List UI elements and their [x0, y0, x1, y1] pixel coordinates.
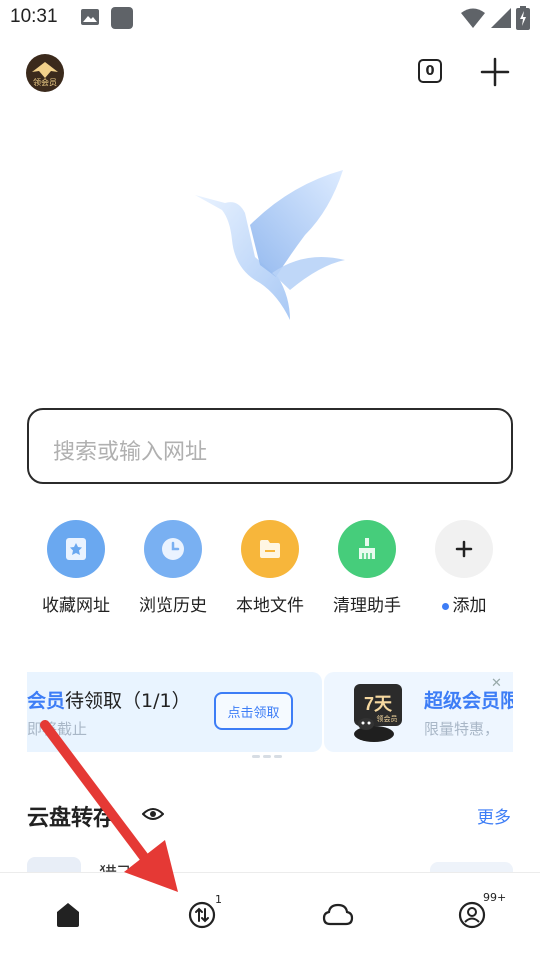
promo-card2-subtitle: 限量特惠，: [424, 720, 500, 738]
cloud-icon: [322, 903, 354, 926]
app-notification-icon: [111, 7, 133, 29]
promo-card-subtitle: 即将截止: [27, 720, 88, 738]
carousel-pager: [252, 743, 288, 758]
shortcut-add[interactable]: 添加: [422, 520, 506, 616]
more-link[interactable]: 更多: [477, 803, 511, 828]
promo-title-prefix: 会员: [27, 690, 66, 712]
search-placeholder: 搜索或输入网址: [53, 440, 208, 465]
battery-charging-icon: [516, 6, 530, 30]
claim-button[interactable]: 点击领取: [214, 692, 293, 730]
add-tab-icon[interactable]: [480, 57, 510, 87]
promo-card-super-vip[interactable]: 7天 领会员 超级会员限 限量特惠， ✕: [324, 672, 513, 752]
add-label-text: 添加: [452, 596, 487, 616]
status-time: 10:31: [10, 6, 58, 27]
profile-icon: [458, 901, 486, 929]
tab-count-button[interactable]: 0: [418, 59, 442, 83]
folder-icon: [241, 520, 299, 578]
shortcut-label: 本地文件: [236, 596, 304, 616]
nav-profile[interactable]: 99+: [452, 891, 506, 935]
cloud-section-title: 云盘转存: [27, 806, 116, 831]
new-dot-icon: [441, 602, 449, 610]
promo-banner-carousel[interactable]: 会员待领取（1/1） 即将截止 点击领取 7天 领会员 超级会员限 限量特惠， …: [27, 672, 513, 752]
home-icon: [57, 903, 79, 927]
nav-home[interactable]: [48, 895, 88, 935]
transfer-badge: 1: [215, 893, 222, 906]
shortcut-local-files[interactable]: 本地文件: [228, 520, 312, 616]
badge-sub-text: 领会员: [377, 714, 398, 723]
search-box[interactable]: 搜索或输入网址: [27, 408, 513, 484]
signal-icon: [491, 8, 511, 28]
wifi-icon: [461, 8, 485, 28]
shortcut-history[interactable]: 浏览历史: [131, 520, 215, 616]
promo-card-vip-claim[interactable]: 会员待领取（1/1） 即将截止 点击领取: [27, 672, 322, 752]
eye-icon[interactable]: [142, 806, 164, 822]
clock-icon: [144, 520, 202, 578]
shortcut-label-add: 添加: [422, 591, 506, 616]
close-icon[interactable]: ✕: [491, 676, 502, 691]
shortcut-cleaner[interactable]: 清理助手: [325, 520, 409, 616]
broom-icon: [338, 520, 396, 578]
vip-avatar-button[interactable]: 领会员: [26, 54, 64, 92]
shortcut-label: 浏览历史: [139, 596, 207, 616]
shortcut-label: 清理助手: [333, 596, 401, 616]
avatar-label: 领会员: [33, 78, 57, 87]
hummingbird-logo: [195, 170, 345, 320]
promo-card-title: 会员待领取（1/1）: [27, 686, 191, 713]
nav-transfer[interactable]: 1: [182, 893, 222, 935]
profile-badge: 99+: [483, 891, 507, 904]
shortcut-label: 收藏网址: [42, 596, 110, 616]
bookmark-star-icon: [47, 520, 105, 578]
shortcut-bookmarks[interactable]: 收藏网址: [34, 520, 118, 616]
badge-days-text: 7天: [364, 694, 393, 714]
promo-title-text: 待领取（1/1）: [65, 690, 191, 712]
image-notification-icon: [81, 9, 99, 25]
plus-icon: [435, 520, 493, 578]
vip-7day-badge: 7天 领会员: [354, 684, 402, 742]
transfer-icon: [188, 901, 216, 929]
nav-cloud[interactable]: [318, 895, 358, 935]
bottom-nav: 1 99+: [0, 872, 540, 961]
